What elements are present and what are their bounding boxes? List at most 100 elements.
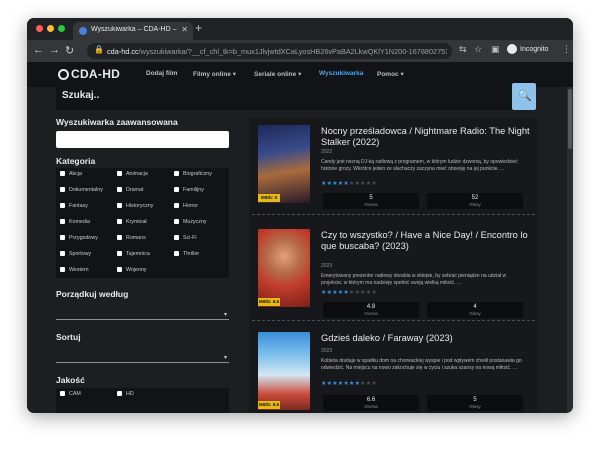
- star-rating[interactable]: ★★★★★★★★★★: [321, 180, 377, 187]
- order-select[interactable]: ▾: [56, 303, 229, 320]
- scrollbar-thumb[interactable]: [568, 89, 572, 149]
- checkbox-icon[interactable]: [117, 219, 122, 224]
- checkbox-icon[interactable]: [60, 251, 65, 256]
- checkbox-icon[interactable]: [174, 235, 179, 240]
- movie-description: Candy jest nocną DJ-ką radiową z program…: [321, 159, 518, 172]
- movie-poster[interactable]: [258, 332, 310, 410]
- movie-card[interactable]: IMDb: 5 Nocny prześladowca / Nightmare R…: [249, 119, 537, 219]
- checkbox-icon[interactable]: [60, 171, 65, 176]
- quality-checkbox[interactable]: CAM: [60, 391, 81, 397]
- close-tab-icon[interactable]: ✕: [181, 25, 188, 34]
- star-rating[interactable]: ★★★★★★★★★★: [321, 380, 377, 387]
- category-checkbox[interactable]: Akcja: [60, 171, 82, 177]
- category-checkbox[interactable]: Historyczny: [117, 203, 153, 209]
- category-checkbox[interactable]: Dramat: [117, 187, 143, 193]
- category-checkbox[interactable]: Sci-Fi: [174, 235, 197, 241]
- sort-select[interactable]: ▾: [56, 346, 229, 363]
- movie-poster[interactable]: [258, 229, 310, 307]
- movie-title[interactable]: Czy to wszystko? / Have a Nice Day! / En…: [321, 230, 531, 251]
- category-checkbox[interactable]: Romans: [117, 235, 146, 241]
- category-checkbox[interactable]: Wojenny: [117, 267, 147, 273]
- checkbox-icon[interactable]: [117, 171, 122, 176]
- checkbox-icon[interactable]: [60, 391, 65, 396]
- category-checkbox[interactable]: Muzyczny: [174, 219, 207, 225]
- movie-card[interactable]: IMDb: 6.6 Gdzieś daleko / Faraway (2023)…: [249, 326, 537, 413]
- category-checkbox[interactable]: Komedia: [60, 219, 90, 225]
- checkbox-icon[interactable]: [60, 235, 65, 240]
- movie-title[interactable]: Gdzieś daleko / Faraway (2023): [321, 333, 531, 344]
- star-icon[interactable]: ★: [371, 290, 377, 296]
- order-heading: Porządkuj według: [56, 289, 129, 299]
- sidebar-icon[interactable]: ▣: [491, 44, 500, 55]
- quality-checkbox[interactable]: HD: [117, 391, 134, 397]
- movie-card[interactable]: IMDb: 6.6 Czy to wszystko? / Have a Nice…: [249, 223, 537, 323]
- incognito-badge[interactable]: Incognito: [507, 44, 548, 54]
- menu-seriale-online[interactable]: Seriale online ▾: [254, 70, 301, 78]
- minimize-window-icon[interactable]: [47, 25, 54, 32]
- maximize-window-icon[interactable]: [58, 25, 65, 32]
- category-checkbox[interactable]: Biograficzny: [174, 171, 212, 177]
- search-placeholder: Szukaj..: [62, 90, 100, 101]
- back-icon[interactable]: ←: [33, 44, 44, 56]
- search-button[interactable]: 🔍: [512, 83, 536, 110]
- favicon-icon: [79, 27, 87, 35]
- forward-icon[interactable]: →: [49, 44, 60, 56]
- movie-description: Emerytowany prezenter radiowy dorabia w …: [321, 273, 507, 286]
- checkbox-icon[interactable]: [174, 203, 179, 208]
- category-checkbox[interactable]: Thriller: [174, 251, 199, 257]
- site-logo[interactable]: CDA-HD: [58, 67, 120, 81]
- checkbox-icon[interactable]: [117, 235, 122, 240]
- translate-icon[interactable]: ⇆: [459, 44, 467, 55]
- menu-wyszukiwarka[interactable]: Wyszukiwarka: [319, 70, 363, 77]
- tab-strip: Wyszukiwarka – CDA-HD – Da... ✕ +: [27, 18, 573, 40]
- page-scrollbar[interactable]: [567, 87, 573, 413]
- movie-title[interactable]: Nocny prześladowca / Nightmare Radio: Th…: [321, 126, 531, 147]
- quality-heading: Jakość: [56, 375, 85, 385]
- menu-pomoc[interactable]: Pomoc ▾: [377, 70, 404, 78]
- category-checkbox[interactable]: Western: [60, 267, 89, 273]
- checkbox-icon[interactable]: [117, 391, 122, 396]
- category-checkbox[interactable]: Animacja: [117, 171, 148, 177]
- checkbox-icon[interactable]: [117, 187, 122, 192]
- movie-poster[interactable]: [258, 125, 310, 203]
- star-icon[interactable]: ★: [371, 181, 377, 187]
- chevron-down-icon: ▾: [223, 355, 227, 361]
- checkbox-icon[interactable]: [60, 203, 65, 208]
- checkbox-icon[interactable]: [117, 267, 122, 272]
- reload-icon[interactable]: ↻: [65, 44, 74, 57]
- checkbox-icon[interactable]: [174, 187, 179, 192]
- checkbox-icon[interactable]: [174, 219, 179, 224]
- category-checkbox[interactable]: Fantasy: [60, 203, 88, 209]
- category-checkbox[interactable]: Przygodowy: [60, 235, 98, 241]
- address-bar[interactable]: 🔒 cda-hd.cc/wyszukiwarka/?__cf_chl_tk=b_…: [87, 43, 452, 59]
- checkbox-icon[interactable]: [60, 187, 65, 192]
- star-icon[interactable]: ★: [371, 381, 377, 387]
- star-rating[interactable]: ★★★★★★★★★★: [321, 289, 377, 296]
- advanced-search-heading: Wyszukiwarka zaawansowana: [56, 117, 178, 127]
- search-input[interactable]: Szukaj..: [56, 82, 536, 110]
- imdb-badge: IMDb: 5: [258, 194, 280, 202]
- checkbox-icon[interactable]: [174, 251, 179, 256]
- menu-dodaj-film[interactable]: Dodaj film: [146, 70, 177, 77]
- close-window-icon[interactable]: [36, 25, 43, 32]
- category-checkbox[interactable]: Dokumentalny: [60, 187, 103, 193]
- checkbox-icon[interactable]: [174, 171, 179, 176]
- advanced-search-input[interactable]: [56, 131, 229, 148]
- checkbox-icon[interactable]: [60, 267, 65, 272]
- category-checkbox[interactable]: Horror: [174, 203, 198, 209]
- category-checkbox[interactable]: Tajemnica: [117, 251, 150, 257]
- logo-ring-icon: [58, 69, 69, 80]
- category-checkbox[interactable]: Sportowy: [60, 251, 91, 257]
- menu-dots-icon[interactable]: ⋮: [562, 44, 571, 55]
- imdb-badge: IMDb: 6.6: [258, 401, 280, 409]
- checkbox-icon[interactable]: [60, 219, 65, 224]
- lock-icon[interactable]: 🔒: [94, 45, 104, 54]
- checkbox-icon[interactable]: [117, 251, 122, 256]
- bookmark-star-icon[interactable]: ☆: [474, 44, 482, 55]
- menu-filmy-online[interactable]: Filmy online ▾: [193, 70, 236, 78]
- category-checkbox[interactable]: Familijny: [174, 187, 204, 193]
- browser-tab[interactable]: Wyszukiwarka – CDA-HD – Da... ✕: [73, 22, 193, 40]
- checkbox-icon[interactable]: [117, 203, 122, 208]
- new-tab-icon[interactable]: +: [195, 21, 202, 35]
- category-checkbox[interactable]: Kryminał: [117, 219, 147, 225]
